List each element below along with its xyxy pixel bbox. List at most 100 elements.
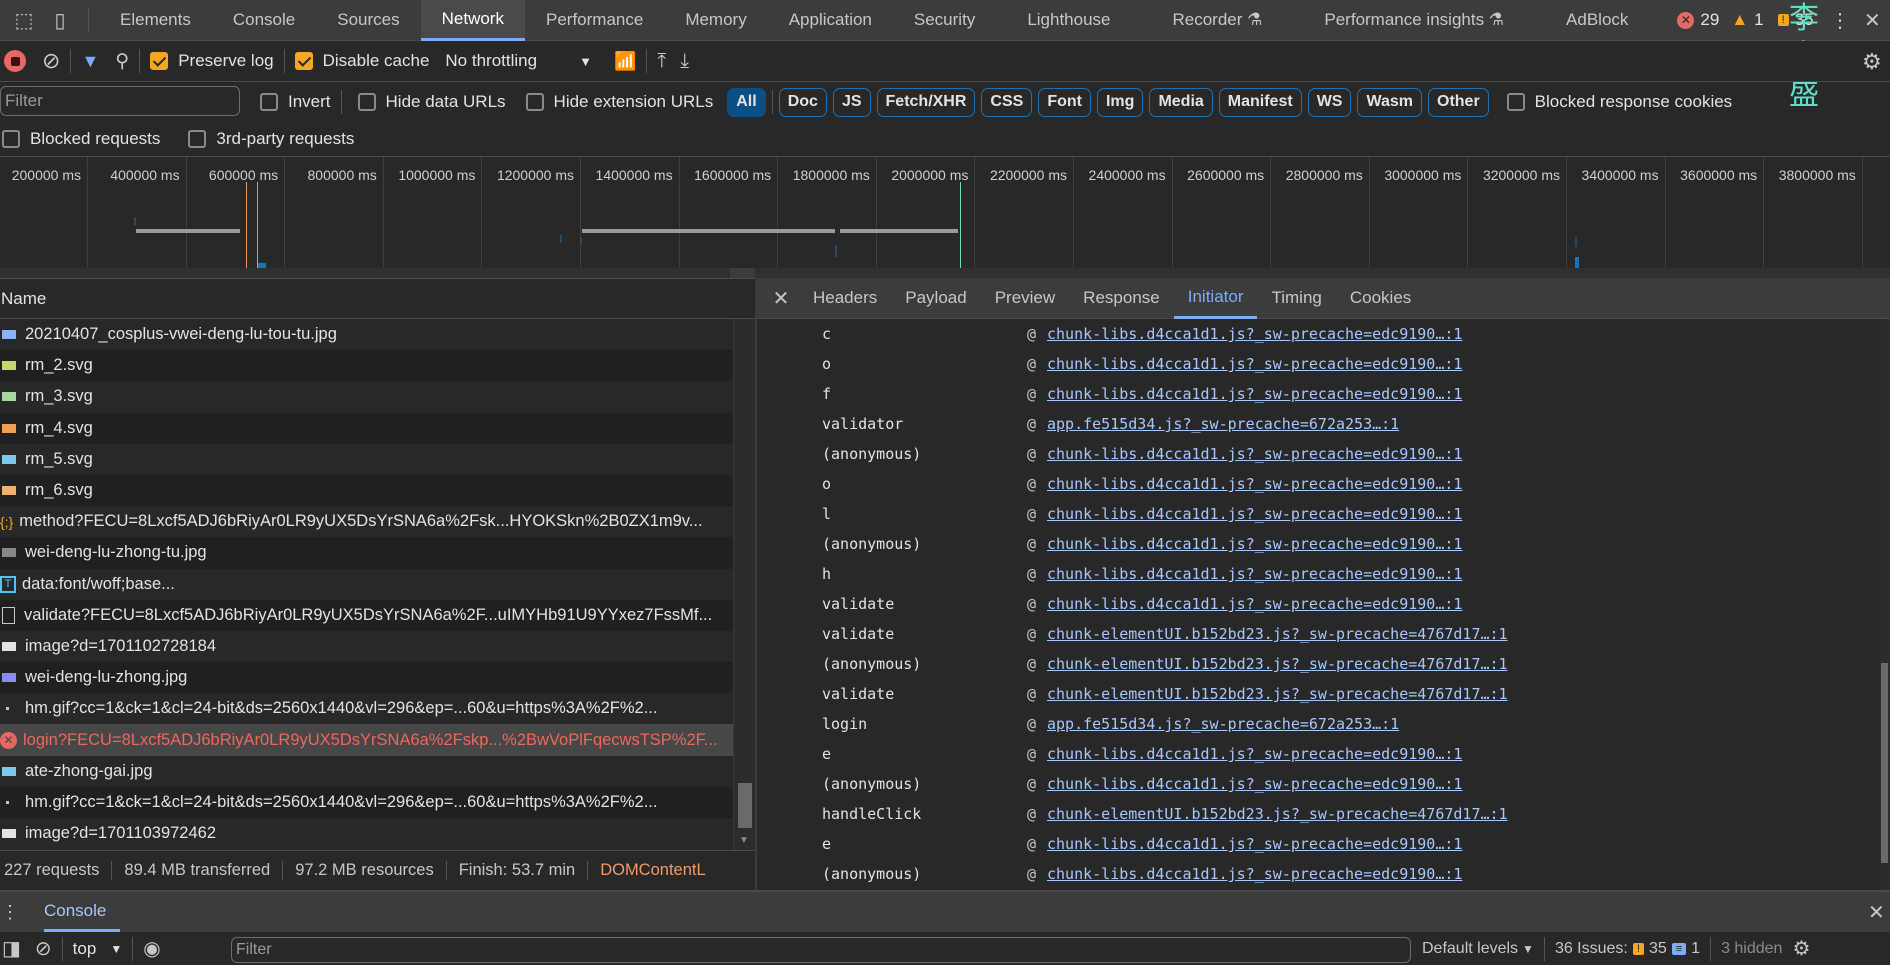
device-toolbar-icon[interactable]: ▯: [42, 8, 78, 33]
filter-chip-wasm[interactable]: Wasm: [1357, 87, 1422, 117]
clear-icon[interactable]: ⊘: [42, 48, 60, 74]
request-row[interactable]: rm_6.svg: [0, 474, 733, 507]
inspect-element-icon[interactable]: ⬚: [6, 8, 42, 33]
source-link[interactable]: chunk-libs.d4cca1d1.js?_sw-precache=edc9…: [1047, 445, 1462, 463]
third-party-requests-checkbox[interactable]: 3rd-party requests: [188, 129, 354, 149]
checkbox[interactable]: [150, 52, 169, 70]
source-link[interactable]: chunk-elementUI.b152bd23.js?_sw-precache…: [1047, 625, 1508, 643]
disable-cache-checkbox[interactable]: Disable cache: [294, 51, 429, 71]
tab-security[interactable]: Security: [893, 0, 996, 41]
source-link[interactable]: chunk-libs.d4cca1d1.js?_sw-precache=edc9…: [1047, 475, 1462, 493]
request-row[interactable]: Tdata:font/woff;base...: [0, 568, 733, 600]
filter-chip-js[interactable]: JS: [832, 87, 871, 117]
tab-payload[interactable]: Payload: [891, 278, 980, 319]
invert-checkbox[interactable]: Invert: [260, 92, 331, 112]
live-expression-eye-icon[interactable]: ◉: [143, 936, 160, 961]
request-row[interactable]: validate?FECU=8Lxcf5ADJ6bRiyAr0LR9yUX5Ds…: [0, 599, 733, 631]
checkbox[interactable]: [2, 130, 20, 148]
source-link[interactable]: chunk-elementUI.b152bd23.js?_sw-precache…: [1047, 655, 1508, 673]
search-icon[interactable]: ⚲: [115, 50, 129, 73]
filter-chip-all[interactable]: All: [727, 87, 766, 117]
close-drawer-icon[interactable]: ✕: [1868, 900, 1885, 925]
filter-chip-other[interactable]: Other: [1428, 87, 1489, 117]
name-column-header[interactable]: Name: [0, 278, 757, 319]
request-row[interactable]: rm_3.svg: [0, 381, 733, 413]
request-row[interactable]: image?d=1701102728184: [0, 630, 733, 663]
tab-lighthouse[interactable]: Lighthouse: [996, 0, 1141, 41]
import-har-icon[interactable]: ⤒: [657, 50, 666, 73]
filter-chip-css[interactable]: CSS: [981, 87, 1033, 117]
settings-gear-icon[interactable]: ⚙: [1862, 49, 1882, 75]
preserve-log-checkbox[interactable]: Preserve log: [150, 51, 274, 71]
close-devtools-icon[interactable]: ✕: [1864, 8, 1881, 33]
issues-counter[interactable]: 36 Issues: ! 35 ≡ 1: [1555, 940, 1700, 958]
source-link[interactable]: chunk-libs.d4cca1d1.js?_sw-precache=edc9…: [1047, 355, 1462, 373]
source-link[interactable]: chunk-libs.d4cca1d1.js?_sw-precache=edc9…: [1047, 565, 1462, 583]
request-row[interactable]: ate-zhong-gai.jpg: [0, 755, 733, 787]
throttling-select[interactable]: No throttling ▼: [445, 51, 592, 71]
filter-chip-img[interactable]: Img: [1096, 87, 1144, 117]
tab-memory[interactable]: Memory: [664, 0, 767, 41]
console-filter-input[interactable]: Filter: [231, 937, 1411, 963]
request-row[interactable]: wei-deng-lu-zhong.jpg: [0, 662, 733, 694]
tab-application[interactable]: Application: [768, 0, 893, 41]
hide-extension-urls-checkbox[interactable]: Hide extension URLs: [525, 92, 713, 112]
filter-icon[interactable]: ▼: [81, 51, 99, 72]
tab-network[interactable]: Network: [420, 0, 525, 41]
blocked-response-cookies-checkbox[interactable]: Blocked response cookies: [1506, 92, 1732, 112]
checkbox[interactable]: [525, 93, 544, 111]
filter-chip-doc[interactable]: Doc: [778, 87, 827, 117]
source-link[interactable]: chunk-libs.d4cca1d1.js?_sw-precache=edc9…: [1047, 505, 1462, 523]
tab-timing[interactable]: Timing: [1257, 278, 1335, 319]
source-link[interactable]: chunk-elementUI.b152bd23.js?_sw-precache…: [1047, 805, 1508, 823]
checkbox[interactable]: [1506, 93, 1525, 111]
request-row[interactable]: 20210407_cosplus-vwei-deng-lu-tou-tu.jpg: [0, 319, 733, 351]
export-har-icon[interactable]: ⤓: [680, 50, 689, 73]
checkbox[interactable]: [357, 93, 376, 111]
tab-sources[interactable]: Sources: [316, 0, 420, 41]
tab-headers[interactable]: Headers: [799, 278, 891, 319]
filter-chip-font[interactable]: Font: [1038, 87, 1091, 117]
close-detail-icon[interactable]: ✕: [763, 286, 799, 311]
source-link[interactable]: chunk-elementUI.b152bd23.js?_sw-precache…: [1047, 685, 1508, 703]
drawer-tab-console[interactable]: Console: [44, 892, 121, 932]
scroll-down-icon[interactable]: ▼: [739, 835, 749, 846]
scrollbar-thumb[interactable]: [1881, 663, 1888, 863]
network-conditions-icon[interactable]: 📶: [614, 51, 636, 72]
request-row[interactable]: ✕ login?FECU=8Lxcf5ADJ6bRiyAr0LR9yUX5DsYr…: [0, 724, 733, 756]
filter-chip-ws[interactable]: WS: [1307, 87, 1352, 117]
detail-scrollbar[interactable]: [1879, 319, 1890, 890]
request-row[interactable]: hm.gif?cc=1&ck=1&cl=24-bit&ds=2560x1440&…: [0, 693, 733, 725]
tab-performance-insights[interactable]: Performance insights ⚗: [1293, 0, 1535, 41]
checkbox[interactable]: [260, 93, 278, 111]
request-row[interactable]: wei-deng-lu-zhong-tu.jpg: [0, 537, 733, 569]
source-link[interactable]: chunk-libs.d4cca1d1.js?_sw-precache=edc9…: [1047, 535, 1462, 553]
request-row[interactable]: rm_2.svg: [0, 350, 733, 382]
source-link[interactable]: chunk-libs.d4cca1d1.js?_sw-precache=edc9…: [1047, 325, 1462, 343]
filter-chip-media[interactable]: Media: [1149, 87, 1213, 117]
tab-elements[interactable]: Elements: [99, 0, 212, 41]
source-link[interactable]: app.fe515d34.js?_sw-precache=672a253…:1: [1047, 415, 1399, 433]
request-row[interactable]: rm_5.svg: [0, 443, 733, 475]
show-sidebar-icon[interactable]: ◨: [2, 936, 21, 961]
request-row[interactable]: {;} method?FECU=8Lxcf5ADJ6bRiyAr0LR9yUX5D…: [0, 506, 733, 538]
checkbox[interactable]: [188, 130, 207, 148]
request-row[interactable]: hm.gif?cc=1&ck=1&cl=24-bit&ds=2560x1440&…: [0, 786, 733, 818]
source-link[interactable]: chunk-libs.d4cca1d1.js?_sw-precache=edc9…: [1047, 595, 1462, 613]
filter-chip-manifest[interactable]: Manifest: [1218, 87, 1302, 117]
source-link[interactable]: chunk-libs.d4cca1d1.js?_sw-precache=edc9…: [1047, 865, 1462, 883]
filter-chip-fetch-xhr[interactable]: Fetch/XHR: [876, 87, 976, 117]
source-link[interactable]: app.fe515d34.js?_sw-precache=672a253…:1: [1047, 715, 1399, 733]
blocked-requests-checkbox[interactable]: Blocked requests: [2, 129, 160, 149]
context-selector[interactable]: top ▼: [73, 939, 123, 959]
source-link[interactable]: chunk-libs.d4cca1d1.js?_sw-precache=edc9…: [1047, 385, 1462, 403]
tab-initiator[interactable]: Initiator: [1173, 278, 1258, 319]
scrollbar-thumb[interactable]: [738, 783, 752, 828]
console-settings-gear-icon[interactable]: ⚙: [1792, 936, 1810, 961]
clear-console-icon[interactable]: ⊘: [35, 936, 52, 961]
record-stop-icon[interactable]: [4, 50, 26, 72]
request-row[interactable]: image?d=1701103972462: [0, 818, 733, 850]
source-link[interactable]: chunk-libs.d4cca1d1.js?_sw-precache=edc9…: [1047, 775, 1462, 793]
tab-cookies[interactable]: Cookies: [1336, 278, 1425, 319]
hide-data-urls-checkbox[interactable]: Hide data URLs: [357, 92, 506, 112]
